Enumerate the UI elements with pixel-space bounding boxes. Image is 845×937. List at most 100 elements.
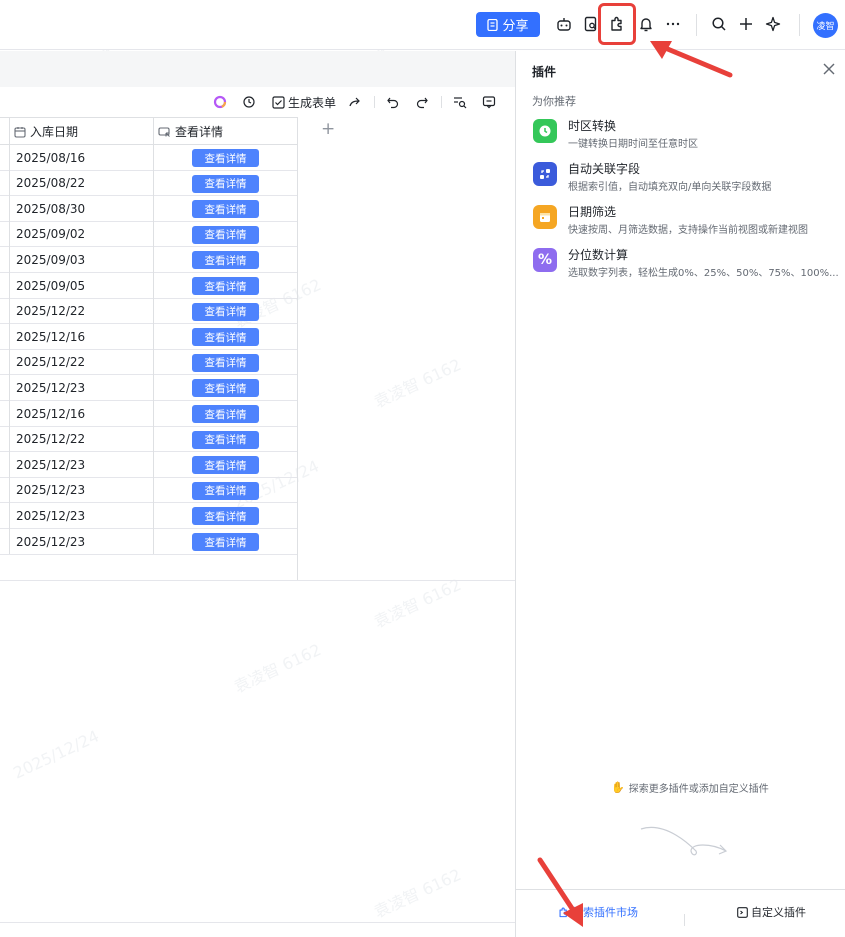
view-detail-button[interactable]: 查看详情 bbox=[192, 251, 259, 270]
table-row[interactable]: 2025/12/23 查看详情 bbox=[0, 529, 298, 555]
view-detail-button[interactable]: 查看详情 bbox=[192, 328, 259, 347]
automation-icon[interactable] bbox=[242, 93, 256, 111]
date-cell[interactable]: 2025/12/22 bbox=[16, 299, 85, 324]
view-detail-button[interactable]: 查看详情 bbox=[192, 353, 259, 372]
sparkle-icon[interactable] bbox=[762, 13, 784, 35]
toolbar-divider bbox=[441, 96, 442, 108]
table-header: 入库日期 查看详情 bbox=[0, 117, 298, 145]
date-cell[interactable]: 2025/08/16 bbox=[16, 145, 85, 170]
column-header-date[interactable]: 入库日期 bbox=[14, 118, 78, 145]
table-row[interactable]: 2025/08/16 查看详情 bbox=[0, 145, 298, 171]
explore-market-button[interactable]: 探索插件市场 bbox=[558, 904, 638, 920]
table-row[interactable]: 2025/12/23 查看详情 bbox=[0, 503, 298, 529]
plugin-panel: 插件 为你推荐 时区转换 一键转换日期时间至任意时区 自动关联字段 根据索引值，… bbox=[515, 51, 845, 937]
table-row[interactable]: 2025/09/05 查看详情 bbox=[0, 273, 298, 299]
share-view-icon[interactable] bbox=[348, 93, 362, 111]
table-row[interactable]: 2025/12/23 查看详情 bbox=[0, 375, 298, 401]
date-cell[interactable]: 2025/12/23 bbox=[16, 375, 85, 400]
share-label: 分享 bbox=[502, 19, 529, 34]
form-icon bbox=[272, 95, 285, 109]
table-row[interactable]: 2025/12/22 查看详情 bbox=[0, 299, 298, 325]
date-cell[interactable]: 2025/12/22 bbox=[16, 427, 85, 452]
table-row[interactable]: 2025/12/23 查看详情 bbox=[0, 478, 298, 504]
column-header-detail[interactable]: 查看详情 bbox=[158, 118, 223, 145]
table-row[interactable]: 2025/12/16 查看详情 bbox=[0, 324, 298, 350]
plugin-item-quantile[interactable]: % 分位数计算 选取数字列表，轻松生成0%、25%、50%、75%、100%..… bbox=[532, 246, 842, 286]
date-cell[interactable]: 2025/12/16 bbox=[16, 401, 85, 426]
document-icon bbox=[487, 18, 499, 31]
table-row[interactable]: 2025/08/22 查看详情 bbox=[0, 171, 298, 197]
explore-tip-text: 探索更多插件或添加自定义插件 bbox=[628, 784, 769, 795]
recommend-label: 为你推荐 bbox=[532, 95, 576, 108]
watermark: 袁凌智 6162 bbox=[371, 864, 465, 922]
table-row[interactable]: 2025/12/22 查看详情 bbox=[0, 427, 298, 453]
redo-icon[interactable] bbox=[415, 93, 429, 111]
toolbar-divider bbox=[374, 96, 375, 108]
column-divider bbox=[297, 117, 298, 580]
ai-assistant-icon[interactable] bbox=[213, 93, 227, 111]
plugin-name: 时区转换 bbox=[568, 119, 617, 133]
toolbar-divider bbox=[799, 14, 800, 36]
table-row[interactable]: 2025/09/03 查看详情 bbox=[0, 247, 298, 273]
view-detail-button[interactable]: 查看详情 bbox=[192, 430, 259, 449]
view-detail-button[interactable]: 查看详情 bbox=[192, 149, 259, 167]
date-cell[interactable]: 2025/12/23 bbox=[16, 529, 85, 554]
date-cell[interactable]: 2025/08/30 bbox=[16, 196, 85, 221]
table-row[interactable]: 2025/12/16 查看详情 bbox=[0, 401, 298, 427]
avatar[interactable]: 凌智 bbox=[813, 13, 838, 38]
view-detail-button[interactable]: 查看详情 bbox=[192, 533, 259, 551]
share-button[interactable]: 分享 bbox=[476, 12, 540, 37]
watermark: 袁凌智 6162 bbox=[371, 354, 465, 412]
plugin-item-timezone[interactable]: 时区转换 一键转换日期时间至任意时区 bbox=[532, 117, 842, 157]
view-detail-button[interactable]: 查看详情 bbox=[192, 456, 259, 475]
table-row[interactable]: 2025/08/30 查看详情 bbox=[0, 196, 298, 222]
view-detail-button[interactable]: 查看详情 bbox=[192, 481, 259, 500]
date-cell[interactable]: 2025/09/02 bbox=[16, 222, 85, 247]
highlight-box bbox=[598, 3, 636, 45]
decorative-arrow-icon bbox=[640, 826, 728, 856]
search-icon[interactable] bbox=[708, 13, 730, 35]
date-cell[interactable]: 2025/12/23 bbox=[16, 452, 85, 477]
view-detail-button[interactable]: 查看详情 bbox=[192, 225, 259, 244]
date-cell[interactable]: 2025/08/22 bbox=[16, 171, 85, 196]
undo-icon[interactable] bbox=[386, 93, 400, 111]
more-icon[interactable] bbox=[662, 13, 684, 35]
column-label: 查看详情 bbox=[175, 125, 224, 139]
close-icon[interactable] bbox=[822, 61, 836, 80]
find-icon[interactable] bbox=[453, 93, 467, 111]
view-detail-button[interactable]: 查看详情 bbox=[192, 507, 259, 526]
date-cell[interactable]: 2025/12/22 bbox=[16, 350, 85, 375]
view-detail-button[interactable]: 查看详情 bbox=[192, 174, 259, 193]
view-detail-button[interactable]: 查看详情 bbox=[192, 379, 259, 398]
generate-form-button[interactable]: 生成表单 bbox=[272, 93, 336, 111]
plus-icon[interactable] bbox=[735, 13, 757, 35]
view-detail-button[interactable]: 查看详情 bbox=[192, 405, 259, 423]
date-cell[interactable]: 2025/12/23 bbox=[16, 503, 85, 528]
plugin-name: 分位数计算 bbox=[568, 248, 629, 262]
plugin-item-auto-link[interactable]: 自动关联字段 根据索引值，自动填充双向/单向关联字段数据 bbox=[532, 160, 842, 200]
view-detail-button[interactable]: 查看详情 bbox=[192, 200, 259, 219]
add-column-button[interactable]: + bbox=[321, 119, 335, 139]
table-row[interactable]: 2025/12/22 查看详情 bbox=[0, 350, 298, 376]
comment-icon[interactable] bbox=[482, 93, 496, 111]
table-row[interactable]: 2025/09/02 查看详情 bbox=[0, 222, 298, 248]
watermark: 袁凌智 6162 bbox=[231, 639, 325, 697]
custom-plugin-button[interactable]: 自定义插件 bbox=[737, 904, 806, 920]
calendar-icon bbox=[533, 205, 557, 229]
view-detail-button[interactable]: 查看详情 bbox=[192, 277, 259, 295]
plugin-desc: 选取数字列表，轻松生成0%、25%、50%、75%、100%... bbox=[568, 268, 838, 279]
view-toolbar: 生成表单 bbox=[0, 88, 515, 116]
watermark: 2025/12/24 bbox=[10, 726, 102, 783]
table-row[interactable]: 2025/12/23 查看详情 bbox=[0, 452, 298, 478]
bell-icon[interactable] bbox=[635, 13, 657, 35]
date-cell[interactable]: 2025/09/05 bbox=[16, 273, 85, 298]
date-cell[interactable]: 2025/12/23 bbox=[16, 478, 85, 503]
plugin-item-date-filter[interactable]: 日期筛选 快速按周、月筛选数据，支持操作当前视图或新建视图 bbox=[532, 203, 842, 243]
date-cell[interactable]: 2025/12/16 bbox=[16, 324, 85, 349]
hand-icon: ✋ bbox=[611, 781, 625, 794]
robot-icon[interactable] bbox=[553, 13, 575, 35]
view-detail-button[interactable]: 查看详情 bbox=[192, 302, 259, 321]
link-field-icon bbox=[533, 162, 557, 186]
date-cell[interactable]: 2025/09/03 bbox=[16, 247, 85, 272]
percent-icon: % bbox=[533, 248, 557, 272]
